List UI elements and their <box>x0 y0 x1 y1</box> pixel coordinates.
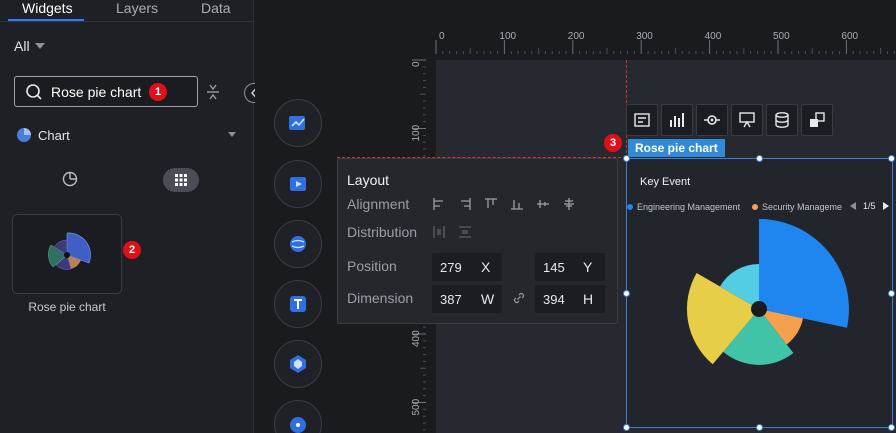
filter-dropdown[interactable]: All <box>14 38 45 54</box>
selected-widget-label: Rose pie chart <box>628 139 725 157</box>
grid-icon <box>175 174 187 186</box>
distribute-vertical-icon[interactable] <box>458 225 472 239</box>
style-button[interactable] <box>626 104 658 136</box>
tab-layers[interactable]: Layers <box>116 0 158 16</box>
resize-handle-top[interactable] <box>756 155 763 162</box>
resize-handle-top-left[interactable] <box>623 155 630 162</box>
ruler-label: 500 <box>411 398 422 415</box>
tab-data[interactable]: Data <box>201 0 231 16</box>
active-tab-indicator <box>8 19 84 21</box>
link-icon[interactable] <box>511 290 527 306</box>
align-middle-icon[interactable] <box>536 197 550 211</box>
resize-handle-bottom-left[interactable] <box>623 424 630 431</box>
data-icon <box>670 113 684 127</box>
ruler-label: 100 <box>411 124 422 141</box>
rose-pie-chart <box>686 219 849 365</box>
side-button-text[interactable] <box>274 280 322 328</box>
filter-label: All <box>14 38 30 54</box>
preview-button[interactable] <box>731 104 763 136</box>
side-button-media[interactable] <box>274 160 322 208</box>
map-widget-icon <box>290 236 306 252</box>
ruler-label: 400 <box>411 330 422 347</box>
tab-widgets[interactable]: Widgets <box>22 0 73 16</box>
step-marker-2: 2 <box>123 241 141 259</box>
step-marker-1: 1 <box>149 83 167 101</box>
category-chart[interactable]: Chart <box>16 126 238 144</box>
interaction-icon <box>704 115 720 125</box>
preview-icon <box>739 112 755 128</box>
alignment-label: Alignment <box>347 196 410 212</box>
chart-widget-icon <box>289 116 305 130</box>
rose-sector-1[interactable] <box>759 219 849 328</box>
side-button-map[interactable] <box>274 220 322 268</box>
resize-handle-right[interactable] <box>888 290 895 297</box>
ruler-label: 200 <box>568 31 585 42</box>
search-input[interactable]: Rose pie chart <box>14 76 198 107</box>
widget-panel: Widgets Layers Data All Rose pie chart 1… <box>0 0 264 433</box>
ruler-label: 600 <box>841 31 858 42</box>
h-unit: H <box>583 291 594 307</box>
horizontal-ruler: 0 100 200 300 400 500 600 <box>435 31 895 54</box>
align-center-icon[interactable] <box>562 197 576 211</box>
layout-title: Layout <box>347 172 390 188</box>
material-widget-icon <box>290 355 306 373</box>
chevron-down-icon <box>228 132 236 137</box>
distribute-horizontal-icon[interactable] <box>432 225 446 239</box>
rose-pie-thumbnail-icon <box>48 232 91 270</box>
align-right-icon[interactable] <box>458 197 472 211</box>
dimension-height-input[interactable]: 394 <box>535 285 605 313</box>
dimension-label: Dimension <box>347 290 414 306</box>
ruler-label: 300 <box>636 31 653 42</box>
search-icon <box>26 83 42 100</box>
resize-handle-left[interactable] <box>623 290 630 297</box>
x-unit: X <box>481 259 491 275</box>
search-value: Rose pie chart <box>51 83 142 100</box>
position-y-input[interactable]: 145 <box>535 253 605 281</box>
step-marker-3: 3 <box>604 134 622 152</box>
ruler-label: 0 <box>439 31 445 42</box>
align-left-icon[interactable] <box>432 197 446 211</box>
ruler-label: 0 <box>411 61 422 67</box>
chart-category-icon <box>17 128 31 142</box>
widget-toolbar <box>626 104 833 136</box>
pie-view-icon[interactable] <box>62 171 78 187</box>
ruler-label: 400 <box>705 31 722 42</box>
data-button[interactable] <box>661 104 693 136</box>
text-widget-icon <box>290 296 306 312</box>
side-button-chart[interactable] <box>274 99 322 147</box>
position-x-input[interactable]: 279 <box>432 253 502 281</box>
widget-name: Rose pie chart <box>28 300 106 314</box>
side-button-material[interactable] <box>274 340 322 388</box>
replace-button[interactable] <box>801 104 833 136</box>
w-unit: W <box>481 291 495 307</box>
resize-handle-top-right[interactable] <box>888 155 895 162</box>
ruler-label: 500 <box>773 31 790 42</box>
rose-center-hub <box>751 301 767 317</box>
chevron-down-icon <box>34 43 45 49</box>
gauge-widget-icon <box>290 417 306 433</box>
y-unit: Y <box>583 259 593 275</box>
ruler-label: 100 <box>499 31 516 42</box>
layout-panel: Layout Alignment Distribution Position 2… <box>337 158 618 324</box>
collapse-icon[interactable] <box>205 83 221 101</box>
resize-handle-bottom[interactable] <box>756 424 763 431</box>
grid-view-button[interactable] <box>163 168 199 192</box>
media-widget-icon <box>290 177 306 191</box>
position-label: Position <box>347 258 397 274</box>
style-icon <box>634 113 650 127</box>
replace-icon <box>810 112 825 127</box>
resize-handle-bottom-right[interactable] <box>888 424 895 431</box>
database-button[interactable] <box>766 104 798 136</box>
rose-pie-chart-card[interactable] <box>12 214 122 294</box>
panel-tabs: Widgets Layers Data <box>0 0 254 22</box>
category-label: Chart <box>38 127 70 143</box>
align-bottom-icon[interactable] <box>510 197 524 211</box>
align-top-icon[interactable] <box>484 197 498 211</box>
database-icon <box>775 112 789 128</box>
distribution-label: Distribution <box>347 224 418 240</box>
interaction-button[interactable] <box>696 104 728 136</box>
